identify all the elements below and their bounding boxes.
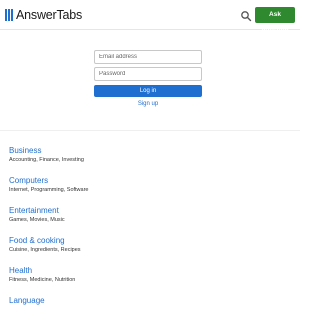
- section-divider: [0, 130, 300, 131]
- topic-title[interactable]: Language: [9, 296, 289, 306]
- logo-mark: [5, 9, 13, 21]
- topic-item: Food & cooking Cuisine, Ingredients, Rec…: [9, 236, 289, 266]
- login-form: Log in Sign up: [94, 50, 204, 107]
- topic-item: Computers Internet, Programming, Softwar…: [9, 176, 289, 206]
- signup-link[interactable]: Sign up: [94, 101, 202, 107]
- topic-subtitle: Games, Movies, Music: [9, 217, 65, 223]
- search-icon[interactable]: [240, 9, 252, 22]
- topic-title[interactable]: Business: [9, 146, 289, 156]
- login-button[interactable]: Log in: [94, 85, 202, 97]
- topic-item: Language: [9, 296, 289, 326]
- topic-subtitle: Fitness, Medicine, Nutrition: [9, 277, 76, 283]
- topic-subtitle: Cuisine, Ingredients, Recipes: [9, 247, 81, 253]
- topic-title[interactable]: Entertainment: [9, 206, 289, 216]
- top-navbar: AnswerTabs Ask question: [0, 0, 300, 34]
- logo[interactable]: AnswerTabs: [5, 8, 82, 22]
- email-field[interactable]: [94, 50, 202, 64]
- topic-item: Business Accounting, Finance, Investing: [9, 146, 289, 176]
- topic-title[interactable]: Computers: [9, 176, 289, 186]
- topic-item: Health Fitness, Medicine, Nutrition: [9, 266, 289, 296]
- topic-subtitle: Internet, Programming, Software: [9, 187, 89, 193]
- topic-title[interactable]: Health: [9, 266, 289, 276]
- ask-question-button[interactable]: Ask question: [255, 7, 295, 34]
- logo-text: AnswerTabs: [16, 8, 83, 22]
- topic-subtitle: Accounting, Finance, Investing: [9, 157, 84, 163]
- topic-item: Entertainment Games, Movies, Music: [9, 206, 289, 236]
- password-field[interactable]: [94, 67, 202, 81]
- topic-title[interactable]: Food & cooking: [9, 236, 289, 246]
- topic-list: Business Accounting, Finance, Investing …: [9, 146, 289, 326]
